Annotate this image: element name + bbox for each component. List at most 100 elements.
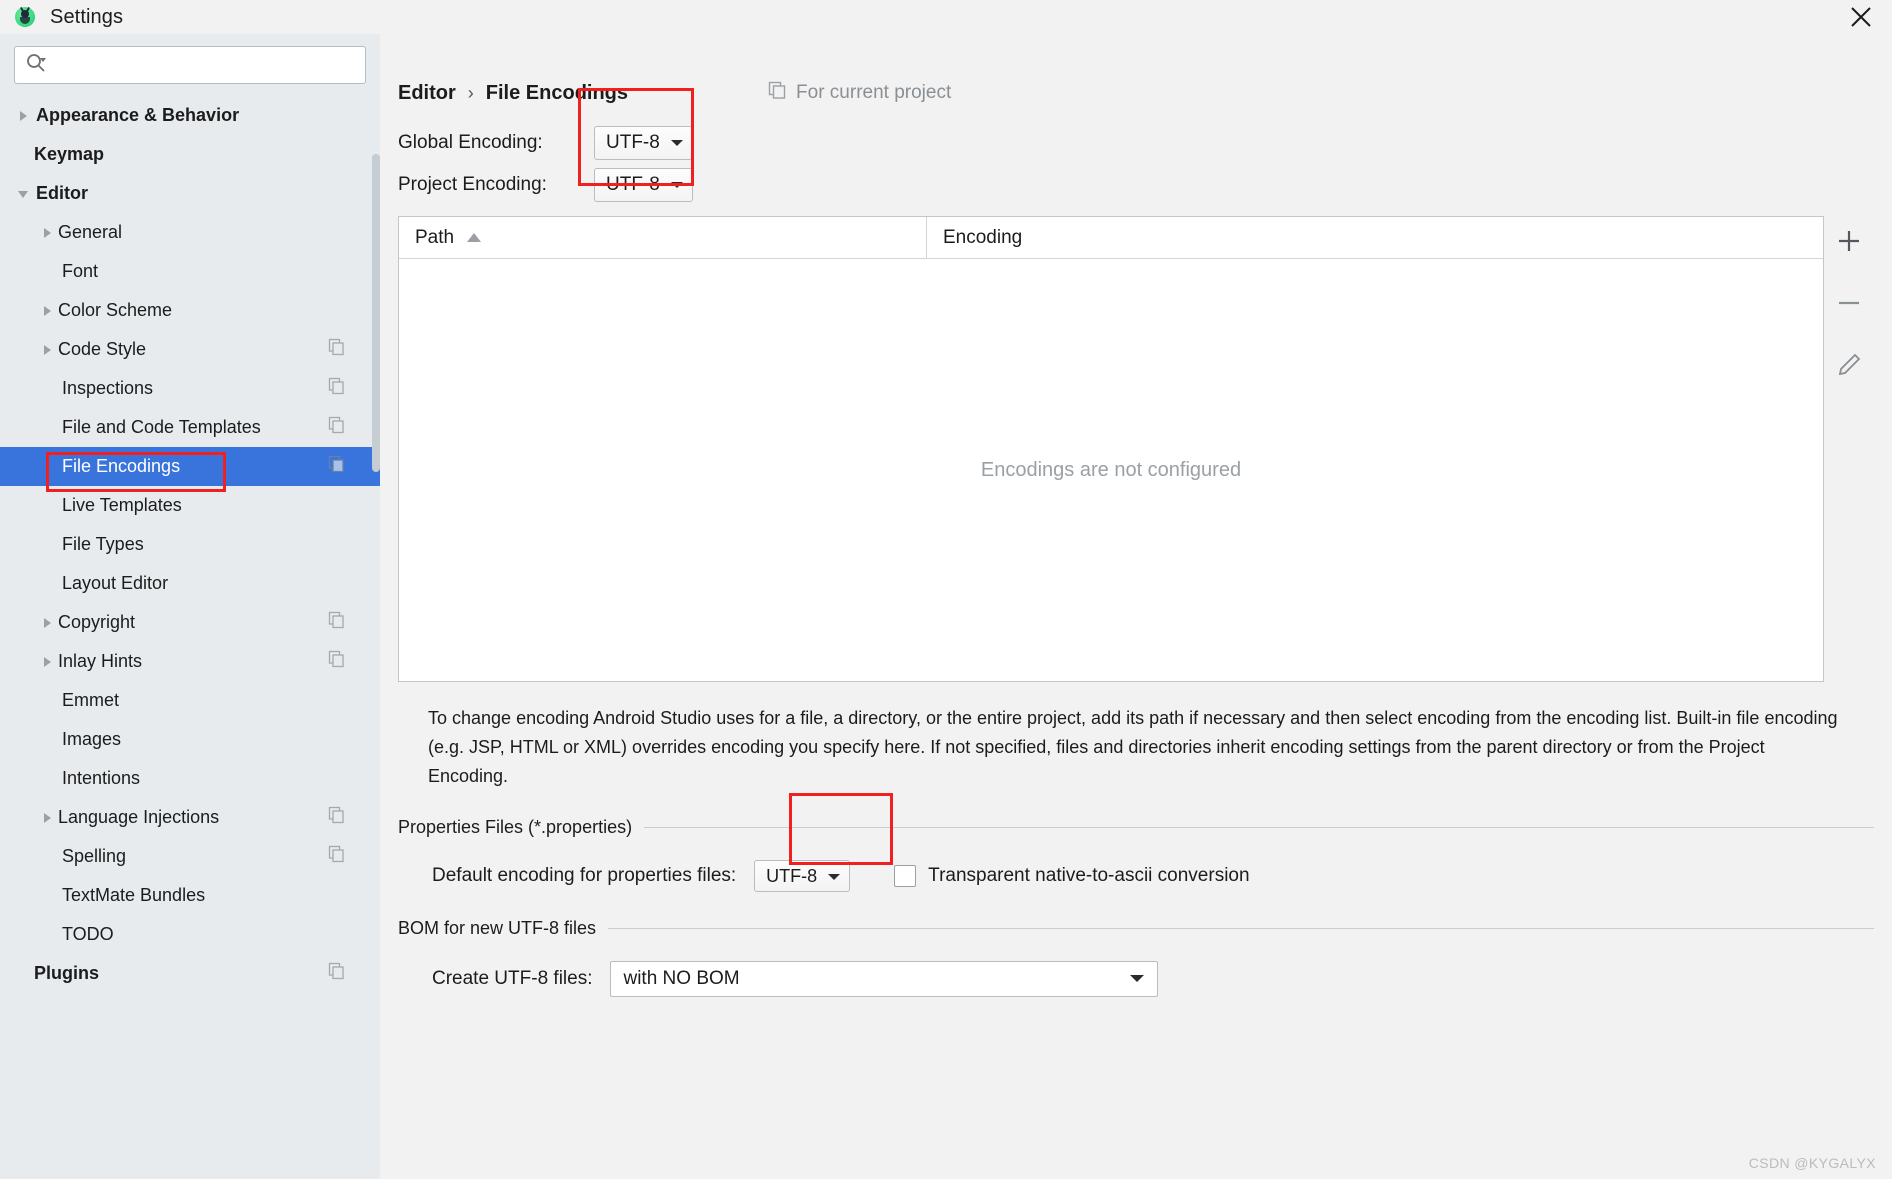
sidebar-item-general[interactable]: General [0,213,380,252]
sidebar-item-intentions[interactable]: Intentions [0,759,380,798]
column-header-encoding[interactable]: Encoding [927,217,1823,258]
sidebar-item-spelling[interactable]: Spelling [0,837,380,876]
remove-icon[interactable] [1830,284,1868,322]
transparent-conversion-label: Transparent native-to-ascii conversion [928,865,1250,887]
sidebar-item-color-scheme[interactable]: Color Scheme [0,291,380,330]
properties-section-title: Properties Files (*.properties) [398,817,633,838]
project-encoding-dropdown[interactable]: UTF-8 [594,168,693,202]
chevron-right-icon[interactable] [36,226,58,240]
sidebar-item-editor[interactable]: Editor [0,174,380,213]
search-icon [25,52,47,79]
project-scope-icon [328,806,346,829]
sidebar-item-images[interactable]: Images [0,720,380,759]
sidebar-item-code-style[interactable]: Code Style [0,330,380,369]
sidebar-item-inlay-hints[interactable]: Inlay Hints [0,642,380,681]
chevron-down-icon [670,132,684,154]
close-icon[interactable] [1844,0,1878,34]
sidebar-item-plugins[interactable]: Plugins [0,954,380,993]
table-body: Encodings are not configured [399,259,1823,681]
create-utf8-files-dropdown[interactable]: with NO BOM [610,961,1159,998]
sidebar-scrollbar[interactable] [372,154,380,472]
title-bar: Settings [0,0,1892,34]
sidebar-item-label: TODO [62,924,114,944]
sidebar-item-label: Plugins [34,963,100,983]
breadcrumb-current: File Encodings [485,81,629,104]
chevron-right-icon[interactable] [12,109,34,123]
chevron-down-icon[interactable] [12,187,34,201]
encodings-table: Path Encoding Encodings are not configur… [398,216,1824,682]
sidebar-item-label: Inlay Hints [58,651,143,671]
project-scope-icon [328,650,346,673]
chevron-right-icon[interactable] [36,616,58,630]
create-utf8-files-label: Create UTF-8 files: [432,968,593,990]
sidebar-item-label: Spelling [62,846,127,866]
sidebar-item-label: Editor [36,183,88,203]
column-header-path[interactable]: Path [399,217,927,258]
properties-section-header: Properties Files (*.properties) [398,817,1874,838]
breadcrumb-parent[interactable]: Editor [398,82,456,105]
breadcrumb-separator: › [467,82,474,103]
search-input[interactable] [47,47,357,83]
sidebar-item-label: General [58,222,123,242]
sidebar-item-label: Copyright [58,612,136,632]
sidebar-item-label: Color Scheme [58,300,173,320]
encodings-table-container: Path Encoding Encodings are not configur… [398,216,1874,682]
chevron-right-icon[interactable] [36,343,58,357]
sidebar-item-emmet[interactable]: Emmet [0,681,380,720]
default-properties-encoding-dropdown[interactable]: UTF-8 [754,860,851,893]
sidebar-item-live-templates[interactable]: Live Templates [0,486,380,525]
sidebar-item-textmate-bundles[interactable]: TextMate Bundles [0,876,380,915]
edit-icon[interactable] [1830,346,1868,384]
global-encoding-dropdown[interactable]: UTF-8 [594,126,693,160]
project-encoding-row: Project Encoding: UTF-8 [398,164,1874,206]
sidebar-item-appearance-behavior[interactable]: Appearance & Behavior [0,96,380,135]
sidebar-item-label: Code Style [58,339,147,359]
copy-icon [768,81,787,106]
sidebar-item-label: Images [62,729,122,749]
table-toolbar [1824,216,1874,682]
chevron-right-icon[interactable] [36,304,58,318]
transparent-conversion-checkbox[interactable]: Transparent native-to-ascii conversion [894,865,1250,888]
sidebar-item-copyright[interactable]: Copyright [0,603,380,642]
sidebar-item-label: Inspections [62,378,154,398]
chevron-down-icon [670,174,684,196]
chevron-right-icon[interactable] [36,811,58,825]
bom-section: BOM for new UTF-8 files Create UTF-8 fil… [398,918,1874,998]
search-box[interactable] [14,46,366,84]
sidebar-item-keymap[interactable]: Keymap [0,135,380,174]
sidebar-item-file-types[interactable]: File Types [0,525,380,564]
settings-sidebar: Appearance & Behavior Keymap Editor General… [0,34,380,1179]
breadcrumb: Editor › File Encodings For current proj… [398,78,1874,108]
settings-window: Settings Appearance & Behavior Keymap Ed… [0,0,1892,1179]
sidebar-item-todo[interactable]: TODO [0,915,380,954]
create-utf8-files-value: with NO BOM [623,968,740,990]
encodings-description: To change encoding Android Studio uses f… [428,708,1838,787]
sidebar-item-label: TextMate Bundles [62,885,206,905]
checkbox-box [894,865,917,888]
sidebar-item-language-injections[interactable]: Language Injections [0,798,380,837]
sidebar-item-inspections[interactable]: Inspections [0,369,380,408]
column-header-encoding-label: Encoding [943,226,1023,248]
sidebar-item-layout-editor[interactable]: Layout Editor [0,564,380,603]
project-scope-icon [328,455,346,478]
sidebar-item-font[interactable]: Font [0,252,380,291]
sidebar-item-label: Intentions [62,768,141,788]
add-icon[interactable] [1830,222,1868,260]
sidebar-item-label: Layout Editor [62,573,169,593]
sidebar-item-file-and-code-templates[interactable]: File and Code Templates [0,408,380,447]
global-encoding-label: Global Encoding: [398,132,543,153]
sidebar-item-label: Emmet [62,690,120,710]
bom-section-body: Create UTF-8 files: with NO BOM [398,939,1874,998]
watermark: CSDN @KYGALYX [1748,1155,1876,1171]
properties-section-body: Default encoding for properties files: U… [398,838,1874,893]
sidebar-item-file-encodings[interactable]: File Encodings [0,447,380,486]
project-scope-icon [328,338,346,361]
main-panel: Editor › File Encodings For current proj… [380,34,1892,1179]
chevron-right-icon[interactable] [36,655,58,669]
sidebar-item-label: Live Templates [62,495,182,515]
settings-tree: Appearance & Behavior Keymap Editor General… [0,94,380,1179]
sidebar-item-label: Appearance & Behavior [36,105,240,125]
project-scope-icon [328,416,346,439]
sidebar-item-label: Font [62,261,99,281]
section-divider [608,928,1874,930]
